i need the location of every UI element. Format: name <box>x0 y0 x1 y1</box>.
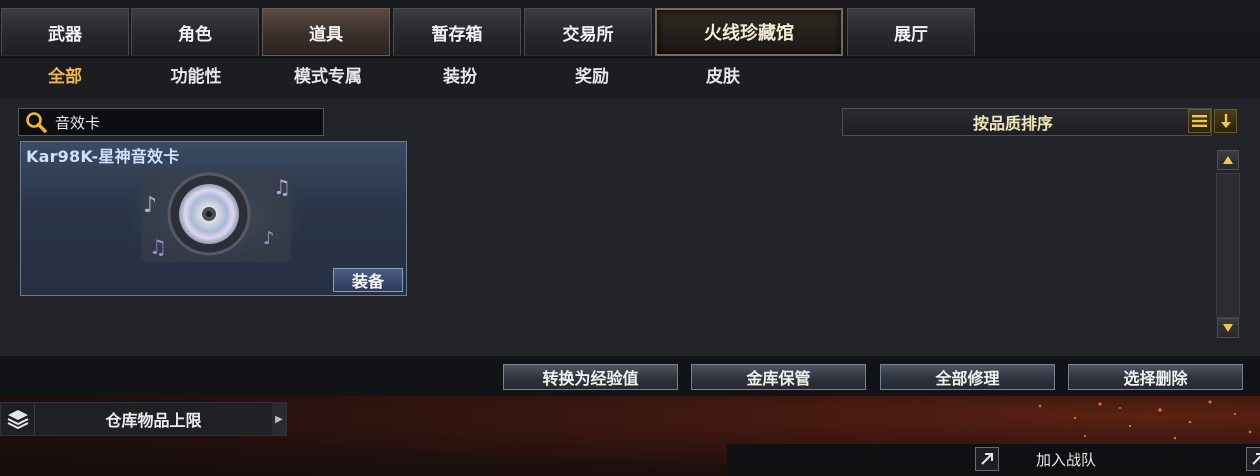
tab-collection-hall[interactable]: 火线珍藏馆 <box>655 8 843 56</box>
tab-items[interactable]: 道具 <box>262 8 390 56</box>
main-tab-bar: 武器 角色 道具 暂存箱 交易所 火线珍藏馆 展厅 <box>0 0 1260 58</box>
scroll-up-button[interactable] <box>1217 150 1239 170</box>
subtab-rewards[interactable]: 奖励 <box>537 58 647 98</box>
join-team-label[interactable]: 加入战队 <box>1036 449 1096 470</box>
svg-text:♪: ♪ <box>143 193 157 218</box>
music-disc-icon: ♪ ♫ ♫ ♪ <box>131 172 301 262</box>
vault-storage-button[interactable]: 金库保管 <box>691 364 866 390</box>
expand-arrow-icon[interactable] <box>975 447 999 471</box>
chevron-right-icon[interactable]: ▶ <box>272 403 286 435</box>
convert-exp-button[interactable]: 转换为经验值 <box>503 364 678 390</box>
subtab-skins[interactable]: 皮肤 <box>668 58 778 98</box>
subtab-mode-exclusive[interactable]: 模式专属 <box>273 58 383 98</box>
list-icon[interactable] <box>1188 109 1211 133</box>
sort-dropdown[interactable]: 按品质排序 <box>842 108 1212 136</box>
expand-arrow-icon-2[interactable] <box>1246 447 1260 471</box>
scroll-down-button[interactable] <box>1217 318 1239 338</box>
tab-characters[interactable]: 角色 <box>131 8 259 56</box>
action-bar: 转换为经验值 金库保管 全部修理 选择删除 <box>0 356 1260 396</box>
sort-label: 按品质排序 <box>972 114 1053 133</box>
search-icon <box>23 110 49 134</box>
storage-limit-label: 仓库物品上限 <box>105 411 202 430</box>
select-delete-button[interactable]: 选择删除 <box>1068 364 1243 390</box>
subtab-functional[interactable]: 功能性 <box>141 58 251 98</box>
search-box[interactable] <box>18 108 324 136</box>
arrow-down-icon[interactable] <box>1214 109 1237 133</box>
item-card[interactable]: Kar98K-星神音效卡 ♪ ♫ ♫ ♪ 装备 <box>20 141 407 296</box>
tab-temp-storage[interactable]: 暂存箱 <box>393 8 521 56</box>
search-input[interactable] <box>55 113 315 131</box>
tab-weapons[interactable]: 武器 <box>1 8 129 56</box>
scrollbar-track[interactable] <box>1216 173 1240 318</box>
equip-button[interactable]: 装备 <box>333 268 403 292</box>
svg-text:♫: ♫ <box>149 235 167 259</box>
item-name: Kar98K-星神音效卡 <box>26 147 180 166</box>
inventory-panel: 按品质排序 Kar98K-星神音效卡 <box>0 98 1260 356</box>
tab-showroom[interactable]: 展厅 <box>847 8 975 56</box>
tab-exchange[interactable]: 交易所 <box>524 8 652 56</box>
subtab-appearance[interactable]: 装扮 <box>405 58 515 98</box>
svg-text:♪: ♪ <box>263 228 275 249</box>
subtab-all[interactable]: 全部 <box>10 58 120 98</box>
sub-category-bar: 全部 功能性 模式专属 装扮 奖励 皮肤 <box>0 58 1260 98</box>
storage-limit-bar[interactable]: 仓库物品上限 ▶ <box>0 402 287 436</box>
stack-layers-icon <box>1 403 35 435</box>
repair-all-button[interactable]: 全部修理 <box>880 364 1055 390</box>
svg-text:♫: ♫ <box>273 175 291 199</box>
